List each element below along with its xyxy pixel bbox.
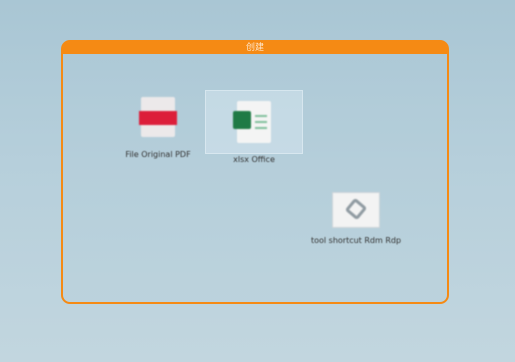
desktop-fence[interactable]: 创建 File Original PDF xlsx Office tool sh… xyxy=(61,40,449,304)
excel-file-icon xyxy=(233,101,271,143)
desktop-icon-shortcut[interactable]: tool shortcut Rdm Rdp xyxy=(308,186,404,245)
fence-header[interactable]: 创建 xyxy=(63,42,447,54)
fence-title: 创建 xyxy=(245,43,264,53)
desktop-icon-pdf[interactable]: File Original PDF xyxy=(110,86,206,159)
desktop-icon-excel[interactable]: xlsx Office xyxy=(205,90,303,164)
desktop-icon-label: File Original PDF xyxy=(125,150,191,159)
desktop-icon-label: tool shortcut Rdm Rdp xyxy=(310,236,402,245)
pdf-file-icon xyxy=(139,97,177,137)
desktop-icon-label: xlsx Office xyxy=(233,155,275,164)
link-icon xyxy=(332,192,380,228)
